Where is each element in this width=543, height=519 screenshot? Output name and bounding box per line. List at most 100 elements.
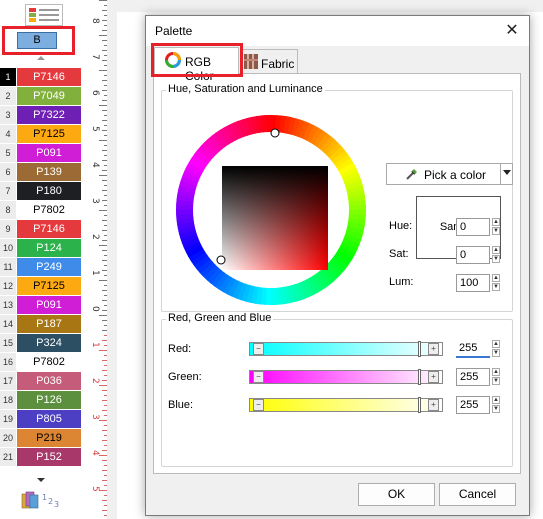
color-row[interactable]: 15 P324 <box>0 334 82 353</box>
color-row[interactable]: 5 P091 <box>0 144 82 163</box>
color-swatch-label[interactable]: P7802 <box>17 353 81 371</box>
color-row[interactable]: 4 P7125 <box>0 125 82 144</box>
numbered-list-icon[interactable]: 1 2 3 <box>20 490 68 510</box>
row-number: 21 <box>0 448 16 467</box>
close-button[interactable]: ✕ <box>501 20 523 42</box>
color-swatch-label[interactable]: P036 <box>17 372 81 390</box>
chevron-down-icon <box>503 170 511 175</box>
color-swatch-label[interactable]: P139 <box>17 163 81 181</box>
slider-increment-icon[interactable]: + <box>428 399 439 411</box>
sat-spinner[interactable]: ▲ ▼ <box>491 246 501 264</box>
channel-value-input[interactable]: 255 <box>456 368 490 386</box>
channel-value-input[interactable]: 255 <box>456 340 490 358</box>
channel-slider[interactable]: − + <box>249 341 443 357</box>
color-row[interactable]: 16 P7802 <box>0 353 82 372</box>
ruler-tick-label: 8 <box>90 18 100 24</box>
color-swatch-label[interactable]: P152 <box>17 448 81 466</box>
channel-spinner[interactable]: ▲ ▼ <box>491 340 501 358</box>
row-number: 18 <box>0 391 16 410</box>
hue-wheel[interactable] <box>176 115 366 305</box>
color-swatch-label[interactable]: P219 <box>17 429 81 447</box>
ruler-tick-label: 5 <box>90 486 100 492</box>
color-row[interactable]: 20 P219 <box>0 429 82 448</box>
color-row[interactable]: 19 P805 <box>0 410 82 429</box>
lum-spinner[interactable]: ▲ ▼ <box>491 274 501 292</box>
color-swatch-label[interactable]: P091 <box>17 296 81 314</box>
color-swatch-label[interactable]: P7322 <box>17 106 81 124</box>
pick-color-button[interactable]: Pick a color <box>386 163 501 185</box>
ruler-tick-label: 7 <box>90 54 100 60</box>
vertical-ruler: 8 7 6 5 4 3 2 1 0 1 2 3 4 5 <box>87 0 107 519</box>
color-row[interactable]: 8 P7802 <box>0 201 82 220</box>
row-number: 5 <box>0 144 16 163</box>
cancel-button[interactable]: Cancel <box>439 483 516 506</box>
color-row[interactable]: 2 P7049 <box>0 87 82 106</box>
slider-increment-icon[interactable]: + <box>428 371 439 383</box>
scroll-up-icon[interactable] <box>37 56 45 60</box>
scroll-down-icon[interactable] <box>37 478 45 482</box>
slider-decrement-icon[interactable]: − <box>253 399 264 411</box>
color-swatch-label[interactable]: P7802 <box>17 201 81 219</box>
fabric-icon <box>244 54 258 69</box>
color-swatch-label[interactable]: P805 <box>17 410 81 428</box>
saturation-luminance-square[interactable] <box>222 166 328 270</box>
color-swatch-label[interactable]: P7146 <box>17 220 81 238</box>
color-swatch-label[interactable]: P7125 <box>17 277 81 295</box>
tab-fabric[interactable]: Fabric <box>240 49 298 73</box>
color-row[interactable]: 18 P126 <box>0 391 82 410</box>
hue-input[interactable]: 0 <box>456 218 490 236</box>
color-row[interactable]: 11 P249 <box>0 258 82 277</box>
pick-color-dropdown[interactable] <box>500 163 513 185</box>
slider-decrement-icon[interactable]: − <box>253 371 264 383</box>
color-swatch-label[interactable]: P7049 <box>17 87 81 105</box>
color-row[interactable]: 7 P180 <box>0 182 82 201</box>
slider-thumb[interactable] <box>418 397 421 413</box>
color-swatch-label[interactable]: P187 <box>17 315 81 333</box>
color-swatch-label[interactable]: P7146 <box>17 68 81 86</box>
hue-marker[interactable] <box>270 128 280 138</box>
row-number: 7 <box>0 182 16 201</box>
color-row[interactable]: 21 P152 <box>0 448 82 467</box>
color-swatch-label[interactable]: P124 <box>17 239 81 257</box>
color-swatch-label[interactable]: P091 <box>17 144 81 162</box>
color-swatch-label[interactable]: P7125 <box>17 125 81 143</box>
color-row[interactable]: 9 P7146 <box>0 220 82 239</box>
color-row[interactable]: 3 P7322 <box>0 106 82 125</box>
svg-text:3: 3 <box>54 500 59 509</box>
channel-slider[interactable]: − + <box>249 397 443 413</box>
row-number: 12 <box>0 277 16 296</box>
channel-value-input[interactable]: 255 <box>456 396 490 414</box>
dialog-titlebar[interactable]: Palette ✕ <box>146 16 529 46</box>
color-swatch-label[interactable]: P126 <box>17 391 81 409</box>
highlight-box-rgb-tab <box>151 43 243 77</box>
row-number: 6 <box>0 163 16 182</box>
color-row[interactable]: 17 P036 <box>0 372 82 391</box>
channel-spinner[interactable]: ▲ ▼ <box>491 368 501 386</box>
color-row[interactable]: 1 P7146 <box>0 68 82 87</box>
color-row[interactable]: 10 P124 <box>0 239 82 258</box>
slider-thumb[interactable] <box>418 341 421 357</box>
hue-spinner[interactable]: ▲ ▼ <box>491 218 501 236</box>
slider-increment-icon[interactable]: + <box>428 343 439 355</box>
slider-decrement-icon[interactable]: − <box>253 343 264 355</box>
sat-input[interactable]: 0 <box>456 246 490 264</box>
color-swatch-label[interactable]: P180 <box>17 182 81 200</box>
slider-thumb[interactable] <box>418 369 421 385</box>
color-row[interactable]: 14 P187 <box>0 315 82 334</box>
ruler-tick-label: 6 <box>90 90 100 96</box>
channel-spinner[interactable]: ▲ ▼ <box>491 396 501 414</box>
ok-button[interactable]: OK <box>358 483 435 506</box>
channel-slider[interactable]: − + <box>249 369 443 385</box>
color-row[interactable]: 13 P091 <box>0 296 82 315</box>
row-number: 20 <box>0 429 16 448</box>
color-row[interactable]: 6 P139 <box>0 163 82 182</box>
lum-input[interactable]: 100 <box>456 274 490 292</box>
color-swatch-label[interactable]: P324 <box>17 334 81 352</box>
row-number: 14 <box>0 315 16 334</box>
colorway-b-button[interactable]: B <box>17 32 57 49</box>
color-swatch-label[interactable]: P249 <box>17 258 81 276</box>
color-row[interactable]: 12 P7125 <box>0 277 82 296</box>
palette-preview-thumbnail[interactable] <box>25 4 63 26</box>
sl-marker[interactable] <box>216 255 226 265</box>
pick-color-label: Pick a color <box>424 168 487 182</box>
